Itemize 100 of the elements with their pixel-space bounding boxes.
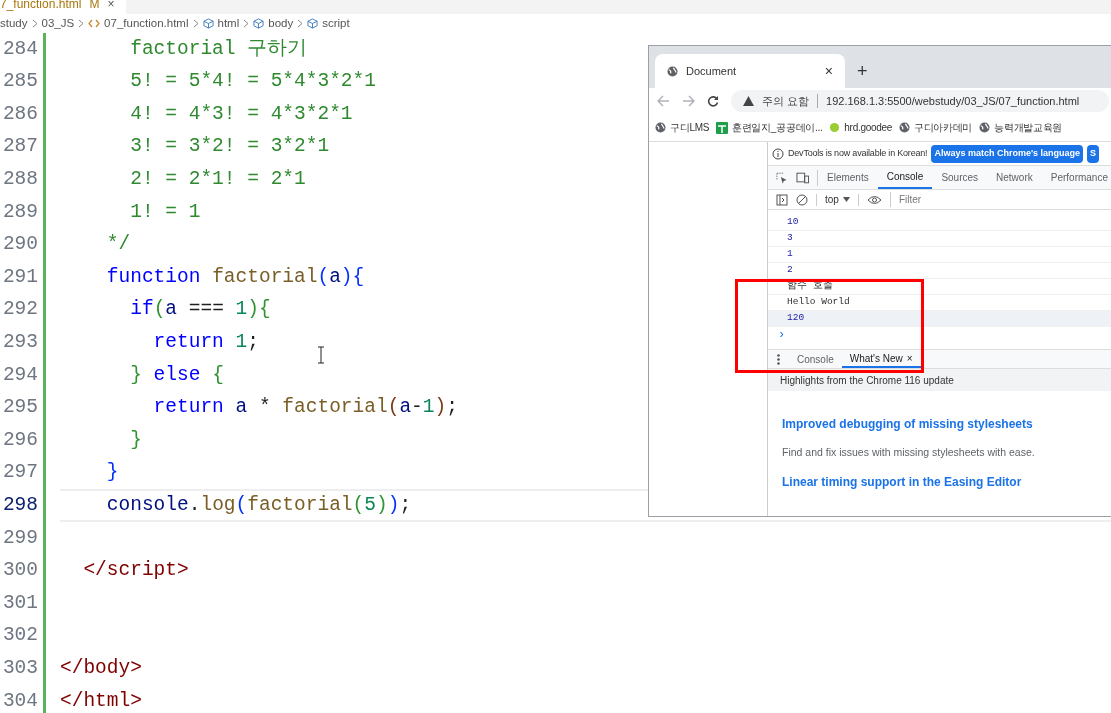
- console-prompt[interactable]: ›: [778, 326, 786, 344]
- devtools-tab[interactable]: Elements: [818, 166, 878, 189]
- line-number: 301: [1, 590, 38, 616]
- more-icon[interactable]: [777, 353, 780, 365]
- text-cursor-icon: [317, 346, 325, 364]
- console-message: 1: [787, 247, 793, 262]
- close-icon[interactable]: ×: [906, 350, 913, 366]
- line-number: 287: [1, 134, 38, 160]
- drawer-tab[interactable]: Console: [789, 350, 842, 368]
- modified-label: M: [89, 0, 100, 10]
- bookmark-link[interactable]: 훈련일지_공공데이...: [732, 120, 823, 135]
- line-number: 293: [1, 330, 38, 355]
- article-link[interactable]: Linear timing support in the Easing Editor: [782, 472, 1103, 491]
- breadcrumb-item[interactable]: study: [0, 14, 28, 33]
- device-icon[interactable]: [795, 171, 809, 184]
- line-number: 286: [1, 101, 38, 127]
- chevron-icon: [243, 19, 250, 28]
- chevron-icon: [31, 19, 38, 28]
- globe-icon: [898, 122, 910, 133]
- line-number: 284: [1, 36, 38, 62]
- close-icon[interactable]: ×: [107, 0, 115, 10]
- console-message: 10: [787, 215, 799, 230]
- bookmark-link[interactable]: 구디LMS: [670, 120, 710, 135]
- code-line: if(a === 1){: [129, 297, 271, 323]
- editor-tab[interactable]: 7_function.html M ×: [0, 0, 127, 14]
- line-number: 300: [1, 558, 38, 584]
- globe-icon: [655, 122, 666, 133]
- chevron-icon: [297, 19, 304, 28]
- update-heading: Highlights from the Chrome 116 update: [768, 369, 1111, 391]
- line-number: 291: [1, 264, 38, 290]
- url-text: 192.168.1.3:5500/webstudy/03_JS/07_function.html: [826, 93, 1080, 109]
- reload-icon[interactable]: [707, 95, 719, 107]
- close-icon[interactable]: ×: [824, 60, 833, 82]
- line-number: 298: [1, 493, 38, 518]
- code-icon: [88, 19, 101, 28]
- code-line: console.log(factorial(5));: [105, 493, 412, 518]
- sidebar-icon[interactable]: [776, 193, 788, 206]
- warning-icon: [743, 96, 754, 106]
- line-number: 302: [1, 623, 38, 649]
- code-line: 5! = 5*4! = 5*4*3*2*1: [129, 69, 376, 95]
- bookmark-link[interactable]: hrd.goodee: [844, 120, 892, 135]
- globe-icon: [979, 122, 991, 133]
- breadcrumb-item[interactable]: 07_function.html: [104, 14, 189, 33]
- language-button[interactable]: Always match Chrome's language: [931, 144, 1084, 163]
- code-line: </html>: [60, 688, 142, 713]
- devtools-tab[interactable]: Performance: [1041, 166, 1111, 189]
- code-line: } else {: [129, 362, 224, 388]
- line-number: 288: [1, 167, 38, 193]
- line-number: 290: [1, 232, 38, 258]
- devtools-tab[interactable]: Sources: [932, 166, 988, 189]
- security-warning: 주의 요함: [762, 93, 810, 109]
- code-line: 2! = 2*1! = 2*1: [129, 167, 306, 193]
- line-number: 292: [1, 297, 38, 323]
- code-line: </script>: [82, 558, 189, 584]
- breadcrumb-item[interactable]: body: [268, 14, 294, 33]
- bookmark-link[interactable]: 구디아카데미: [913, 120, 973, 135]
- code-line: 1! = 1: [129, 199, 201, 225]
- devtools-banner-text: DevTools is now available in Korean!: [788, 146, 928, 160]
- info-icon: [772, 147, 784, 160]
- dot-icon: [829, 122, 841, 133]
- line-number: 295: [1, 395, 38, 421]
- clear-icon[interactable]: [796, 193, 808, 206]
- sheet-icon: [716, 121, 729, 134]
- chevron-icon: [78, 19, 85, 28]
- globe-icon: [667, 65, 678, 77]
- code-line: }: [129, 427, 142, 453]
- eye-icon[interactable]: [866, 194, 882, 205]
- code-line: </body>: [60, 655, 142, 681]
- code-line: 3! = 3*2! = 3*2*1: [129, 134, 330, 160]
- breadcrumb-item[interactable]: 03_JS: [41, 14, 75, 33]
- line-number: 296: [1, 427, 38, 453]
- code-line: 4! = 4*3! = 4*3*2*1: [129, 101, 353, 127]
- context-dropdown[interactable]: top: [825, 192, 850, 207]
- console-message: 2: [787, 263, 793, 278]
- browser-tab[interactable]: Document ×: [655, 54, 845, 88]
- line-number: 285: [1, 69, 38, 95]
- code-line: */: [105, 232, 131, 258]
- line-number: 303: [1, 655, 38, 681]
- breadcrumb-item[interactable]: script: [322, 14, 350, 33]
- console-message: Hello World: [787, 295, 850, 310]
- new-tab-button[interactable]: +: [857, 54, 868, 88]
- devtools-tab[interactable]: Network: [987, 166, 1042, 189]
- line-number: 299: [1, 525, 38, 551]
- cube-icon: [253, 18, 265, 29]
- devtools-tab[interactable]: Console: [877, 166, 933, 189]
- breadcrumb-item[interactable]: html: [217, 14, 240, 33]
- code-line: factorial 구하기: [129, 36, 308, 62]
- bookmark-link[interactable]: 능력개발교육원: [994, 120, 1063, 135]
- code-line: return 1;: [152, 330, 259, 355]
- line-number: 297: [1, 460, 38, 486]
- console-message: 120: [787, 311, 805, 326]
- cube-icon: [307, 18, 319, 29]
- inspect-icon[interactable]: [776, 171, 788, 184]
- code-line: function factorial(a){: [105, 264, 365, 290]
- line-number: 304: [1, 688, 38, 713]
- language-button[interactable]: S: [1087, 144, 1100, 163]
- filter-field[interactable]: Filter: [889, 192, 1109, 207]
- address-field[interactable]: 주의 요함 192.168.1.3:5500/webstudy/03_JS/07_function.html: [731, 90, 1109, 112]
- cube-icon: [202, 18, 214, 29]
- article-link[interactable]: Improved debugging of missing stylesheets: [782, 415, 1103, 433]
